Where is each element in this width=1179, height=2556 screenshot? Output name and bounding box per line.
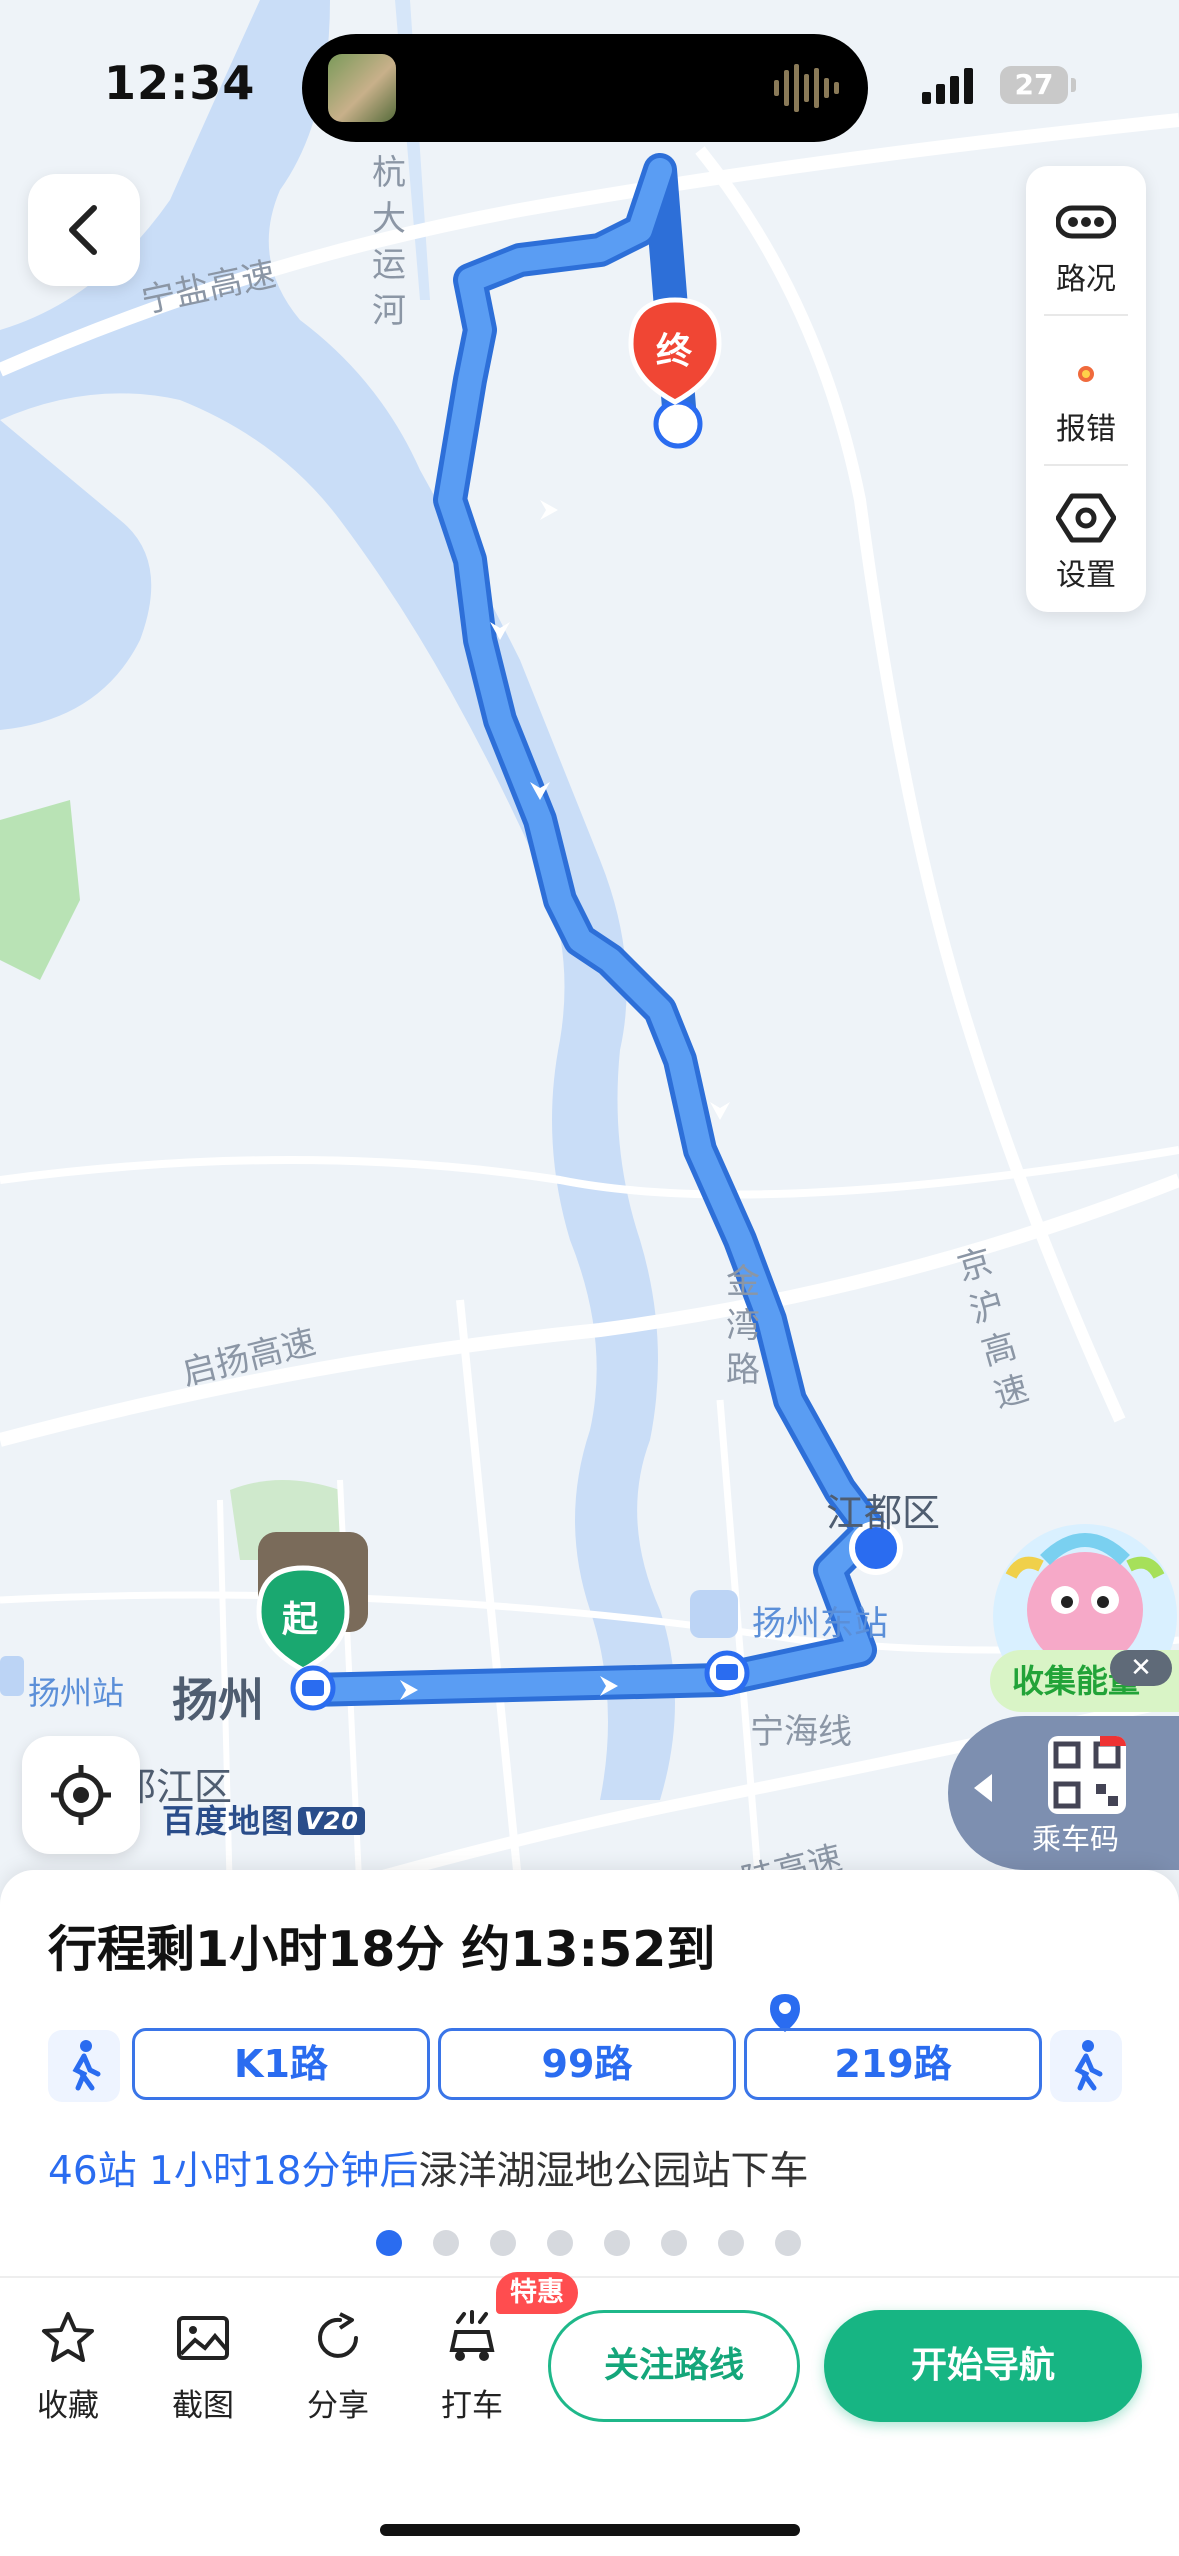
map-label-station: 扬州站 (28, 1674, 125, 1712)
trip-detail-highlight: 46站 1小时18分钟后 (48, 2149, 419, 2194)
report-icon (1078, 366, 1094, 382)
page-dot[interactable] (547, 2230, 573, 2256)
end-marker-label: 终 (656, 331, 693, 372)
map-tool-panel: 路况 报错 设置 (1026, 166, 1146, 612)
favorite-button[interactable]: 收藏 (20, 2310, 116, 2430)
walk-segment[interactable] (48, 2030, 120, 2102)
page-dot[interactable] (604, 2230, 630, 2256)
status-time: 12:34 (104, 56, 256, 110)
walk-segment[interactable] (1050, 2030, 1122, 2102)
ride-code-button[interactable]: 乘车码 (948, 1716, 1179, 1870)
bus-route-99[interactable]: 99路 (438, 2028, 736, 2100)
screenshot-button[interactable]: 截图 (155, 2310, 251, 2430)
follow-route-button[interactable]: 关注路线 (548, 2310, 800, 2422)
baidu-logo-text: 百度地图 (162, 1802, 295, 1840)
taxi-button[interactable]: 打车 (424, 2310, 520, 2430)
page-dot[interactable] (433, 2230, 459, 2256)
close-collect-icon[interactable]: ✕ (1110, 1650, 1172, 1686)
settings-hexagon-icon (1056, 493, 1116, 543)
page-dot[interactable] (376, 2230, 402, 2256)
collapse-arrow-icon[interactable] (974, 1774, 992, 1802)
status-bar: 12:34 27 (0, 0, 1179, 160)
share-label: 分享 (307, 2388, 369, 2424)
page-dot[interactable] (775, 2230, 801, 2256)
star-icon (42, 2312, 94, 2362)
walking-icon (1074, 2040, 1103, 2091)
bus-route-219[interactable]: 219路 (744, 2028, 1042, 2100)
baidu-version-badge: V20 (298, 1807, 365, 1835)
page-dot[interactable] (718, 2230, 744, 2256)
traffic-button[interactable]: 路况 (1026, 166, 1146, 312)
screenshot-label: 截图 (172, 2388, 234, 2424)
home-indicator (380, 2524, 800, 2536)
page-dot[interactable] (490, 2230, 516, 2256)
start-navigation-button[interactable]: 开始导航 (824, 2310, 1142, 2422)
start-marker-label: 起 (282, 1599, 319, 1640)
taxi-icon (449, 2310, 495, 2361)
page-dot[interactable] (661, 2230, 687, 2256)
bus-stop-icon (716, 1664, 738, 1680)
settings-label: 设置 (1056, 558, 1116, 593)
map-label-canal: 杭大运河 (372, 153, 406, 331)
map-label-railway: 宁海线 (750, 1712, 852, 1752)
map-label-city: 扬州 (172, 1673, 264, 1727)
promo-badge: 特惠 (496, 2272, 578, 2314)
walking-icon (72, 2040, 101, 2091)
station-icon (0, 1656, 24, 1696)
qr-code-icon (1048, 1736, 1126, 1814)
taxi-label: 打车 (441, 2388, 503, 2424)
map-label-road: 金湾路 (726, 1262, 760, 1390)
report-error-label: 报错 (1056, 412, 1116, 447)
station-icon (690, 1590, 738, 1638)
cellular-signal-icon (922, 68, 973, 104)
back-button[interactable] (28, 174, 140, 286)
audio-wave-icon (774, 64, 839, 112)
map-label-station: 扬州东站 (752, 1604, 888, 1644)
share-icon (318, 2312, 358, 2358)
walk-end-icon (653, 399, 703, 449)
share-button[interactable]: 分享 (290, 2310, 386, 2430)
route-page-indicator[interactable] (376, 2230, 806, 2258)
battery-indicator: 27 (1000, 66, 1076, 104)
dynamic-island[interactable] (302, 34, 868, 142)
image-icon (177, 2316, 229, 2360)
crosshair-icon (51, 1765, 111, 1825)
settings-button[interactable]: 设置 (1026, 462, 1146, 608)
chevron-left-icon (69, 205, 97, 255)
route-info-sheet: 行程剩1小时18分 约13:52到 K1路 99路 219路 46站 1小时18… (0, 1870, 1179, 2556)
media-thumbnail (328, 54, 396, 122)
ride-code-label: 乘车码 (1032, 1822, 1120, 1856)
divider (0, 2276, 1179, 2278)
traffic-label: 路况 (1056, 262, 1116, 297)
report-error-button[interactable]: 报错 (1026, 316, 1146, 462)
map-label-district: 江都区 (826, 1491, 941, 1535)
trip-summary: 行程剩1小时18分 约13:52到 (48, 1921, 716, 1978)
baidu-map-logo: 百度地图 V20 (162, 1796, 365, 1842)
bus-route-k1[interactable]: K1路 (132, 2028, 430, 2100)
trip-detail: 46站 1小时18分钟后渌洋湖湿地公园站下车 (48, 2140, 808, 2196)
favorite-label: 收藏 (37, 2388, 99, 2424)
trip-detail-text: 渌洋湖湿地公园站下车 (418, 2149, 809, 2194)
traffic-icon (1056, 205, 1116, 239)
locate-me-button[interactable] (22, 1736, 140, 1854)
